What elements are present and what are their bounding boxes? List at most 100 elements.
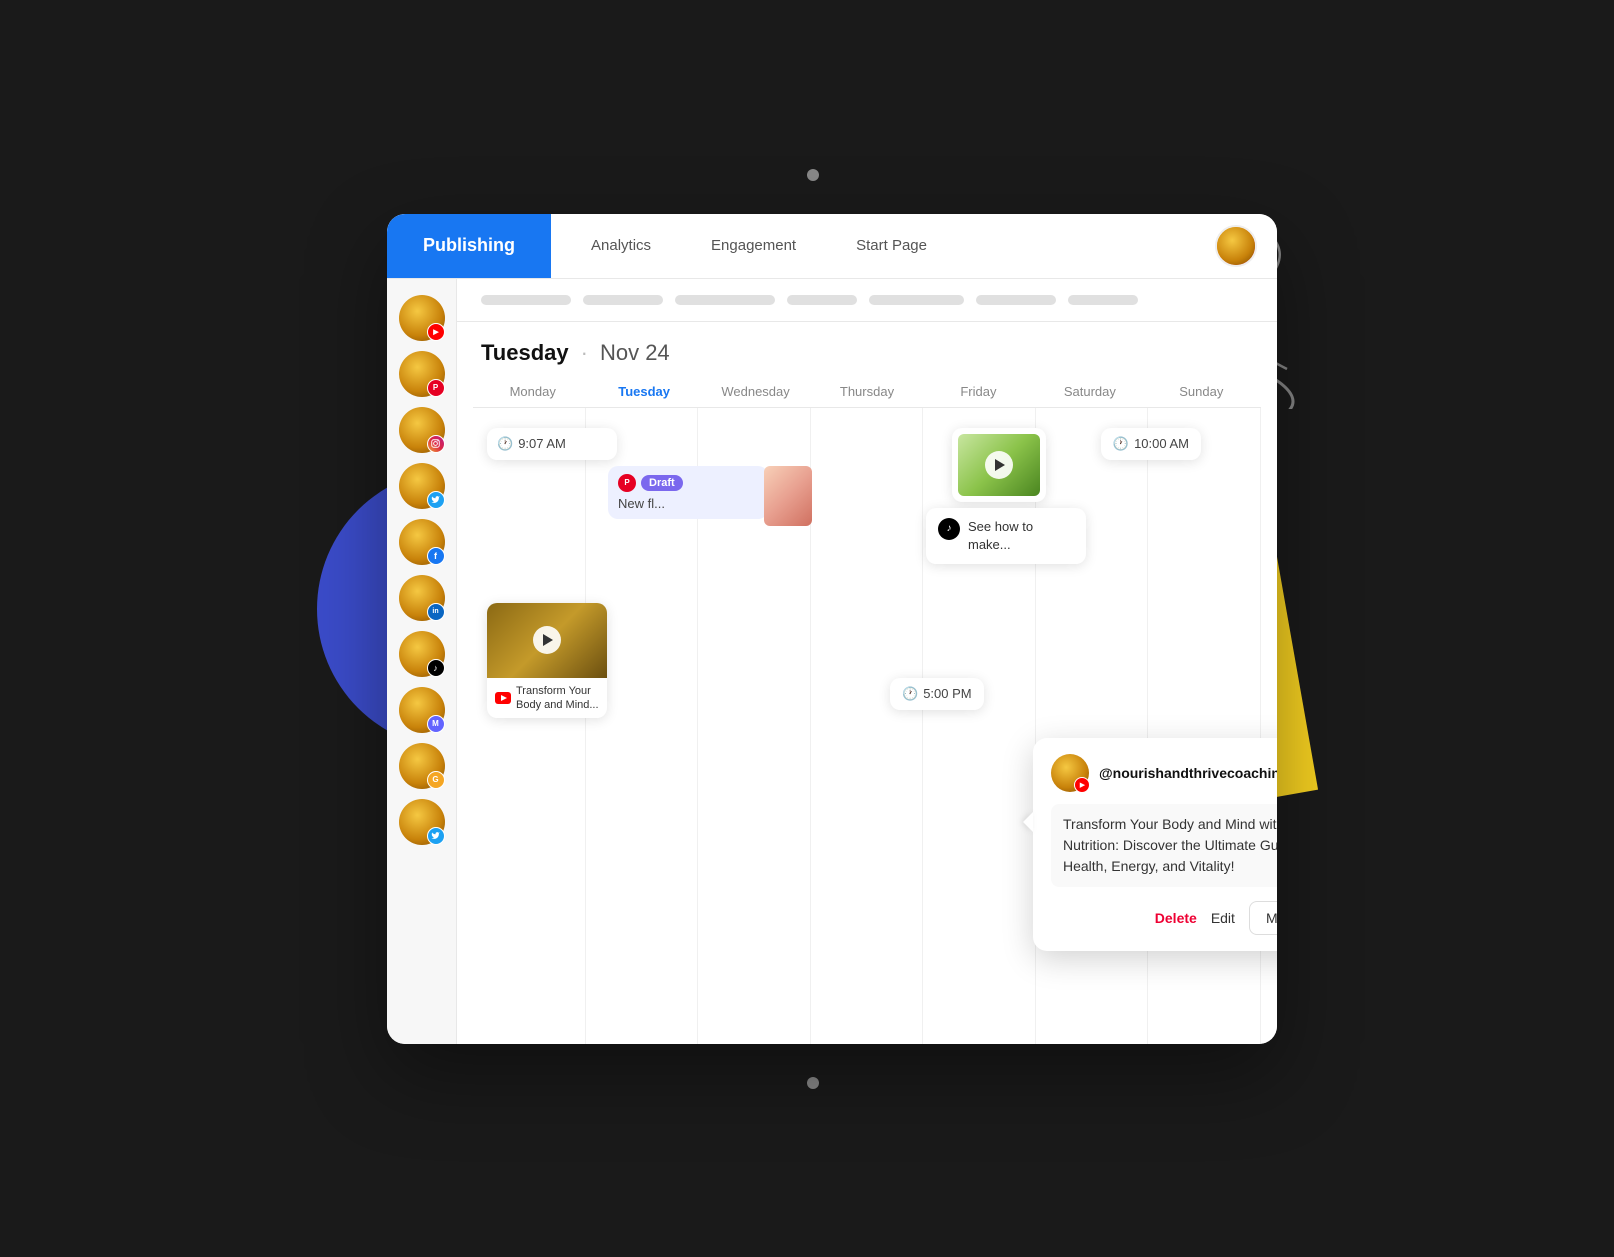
popup-actions: Delete Edit Move to Drafts ▾ xyxy=(1051,901,1277,935)
filter-pill-4 xyxy=(787,295,857,305)
video-thumbnail xyxy=(487,603,607,678)
filter-pill-3 xyxy=(675,295,775,305)
current-date: Nov 24 xyxy=(600,340,670,366)
draft-text: New fl... xyxy=(618,496,758,511)
tab-startpage[interactable]: Start Page xyxy=(856,233,927,258)
draft-badge: Draft xyxy=(641,475,683,491)
youtube-icon-sm xyxy=(495,692,511,704)
friday-play-triangle xyxy=(995,459,1005,471)
avatar-image xyxy=(1217,227,1255,265)
edit-button[interactable]: Edit xyxy=(1211,910,1235,926)
monday-time-label: 🕐 9:07 AM xyxy=(497,436,607,452)
monday-5pm-card[interactable]: 🕐 5:00 PM xyxy=(890,678,984,710)
bg-dot-top xyxy=(807,169,819,181)
filter-bar xyxy=(457,279,1277,322)
scene: Publishing Analytics Engagement Start Pa… xyxy=(257,149,1357,1109)
date-heading: Tuesday · Nov 24 xyxy=(457,322,1277,376)
video-card-body: Transform Your Body and Mind... xyxy=(487,678,607,719)
week-body: 🕐 9:07 AM P Draft xyxy=(473,408,1261,1044)
sidebar-item-youtube[interactable]: ▶ xyxy=(399,295,445,341)
video-title: Transform Your Body and Mind... xyxy=(516,684,599,713)
bg-dot-bottom xyxy=(807,1077,819,1089)
nav-avatar[interactable] xyxy=(1215,225,1257,267)
gb-badge: G xyxy=(427,771,445,789)
monday-time2-text: 5:00 PM xyxy=(923,686,971,701)
sidebar-item-pinterest[interactable]: P xyxy=(399,351,445,397)
sidebar-item-google[interactable]: G xyxy=(399,743,445,789)
col-friday xyxy=(923,408,1036,1044)
sat-time-text: 10:00 AM xyxy=(1134,436,1189,451)
publishing-label: Publishing xyxy=(423,235,515,256)
popup-body: Transform Your Body and Mind with the Po… xyxy=(1051,804,1277,887)
clock-icon-sat: 🕐 xyxy=(1113,436,1129,452)
popup-avatar: ▶ xyxy=(1051,754,1089,792)
delete-button[interactable]: Delete xyxy=(1155,910,1197,926)
tab-engagement[interactable]: Engagement xyxy=(711,233,796,258)
yt-play-sm xyxy=(501,695,507,701)
pin-badge: P xyxy=(427,379,445,397)
move-to-drafts-button[interactable]: Move to Drafts ▾ xyxy=(1249,901,1277,935)
ms-badge: M xyxy=(427,715,445,733)
day-header-tue: Tuesday xyxy=(588,376,699,407)
tw-badge xyxy=(427,491,445,509)
tab-analytics[interactable]: Analytics xyxy=(591,233,651,258)
sidebar-item-instagram[interactable] xyxy=(399,407,445,453)
main-content: ▶ P xyxy=(387,279,1277,1044)
draft-card[interactable]: P Draft New fl... xyxy=(608,466,768,519)
nav-publishing-tab[interactable]: Publishing xyxy=(387,214,551,278)
day-header-thu: Thursday xyxy=(811,376,922,407)
fb-badge: f xyxy=(427,547,445,565)
nav-tabs: Analytics Engagement Start Page xyxy=(551,233,1215,258)
sat-time-label: 🕐 10:00 AM xyxy=(1113,436,1189,452)
day-header-wed: Wednesday xyxy=(700,376,811,407)
li-badge: in xyxy=(427,603,445,621)
sidebar-item-mastodon[interactable]: M xyxy=(399,687,445,733)
sidebar: ▶ P xyxy=(387,279,457,1044)
clock-icon-mon: 🕐 xyxy=(497,436,513,452)
clock-icon-mon2: 🕐 xyxy=(902,686,918,702)
day-header-mon: Monday xyxy=(477,376,588,407)
draft-thumbnail xyxy=(764,466,812,526)
tiktok-icon: ♪ xyxy=(938,518,960,540)
move-label[interactable]: Move to Drafts xyxy=(1250,902,1277,934)
monday-time-card[interactable]: 🕐 9:07 AM xyxy=(487,428,617,460)
popup-connector xyxy=(1023,812,1033,832)
sidebar-item-twitter[interactable] xyxy=(399,463,445,509)
popup-header: ▶ @nourishandthrivecoaching 5:00 PM xyxy=(1051,754,1277,792)
col-monday xyxy=(473,408,586,1044)
play-button[interactable] xyxy=(533,626,561,654)
tw2-badge xyxy=(427,827,445,845)
monday-video-card[interactable]: Transform Your Body and Mind... xyxy=(487,603,607,719)
ig-badge xyxy=(427,435,445,453)
day-header-sun: Sunday xyxy=(1146,376,1257,407)
filter-pill-5 xyxy=(869,295,964,305)
saturday-time-card[interactable]: 🕐 10:00 AM xyxy=(1101,428,1201,460)
monday-time-text: 9:07 AM xyxy=(518,436,566,451)
top-nav: Publishing Analytics Engagement Start Pa… xyxy=(387,214,1277,279)
friday-thumbnail xyxy=(958,434,1040,496)
yt-badge: ▶ xyxy=(427,323,445,341)
friday-play-button[interactable] xyxy=(985,451,1013,479)
sidebar-item-tiktok[interactable]: ♪ xyxy=(399,631,445,677)
friday-video-card[interactable] xyxy=(952,428,1046,502)
sidebar-item-twitter2[interactable] xyxy=(399,799,445,845)
filter-pill-7 xyxy=(1068,295,1138,305)
week-header: Monday Tuesday Wednesday Thursday Friday… xyxy=(473,376,1261,408)
date-separator: · xyxy=(581,340,588,366)
col-thursday xyxy=(811,408,924,1044)
sidebar-item-linkedin[interactable]: in xyxy=(399,575,445,621)
popup-username: @nourishandthrivecoaching xyxy=(1099,765,1277,781)
tk-badge: ♪ xyxy=(427,659,445,677)
tiktok-card-content: ♪ See how to make... xyxy=(938,518,1074,554)
day-header-fri: Friday xyxy=(923,376,1034,407)
day-header-sat: Saturday xyxy=(1034,376,1145,407)
filter-pill-2 xyxy=(583,295,663,305)
calendar-area: Tuesday · Nov 24 Monday Tuesday Wednesda… xyxy=(457,279,1277,1044)
tiktok-post-card[interactable]: ♪ See how to make... xyxy=(926,508,1086,564)
play-triangle xyxy=(543,634,553,646)
week-calendar: Monday Tuesday Wednesday Thursday Friday… xyxy=(457,376,1277,1044)
sidebar-item-facebook[interactable]: f xyxy=(399,519,445,565)
popup-avatar-badge: ▶ xyxy=(1074,777,1090,793)
app-window: Publishing Analytics Engagement Start Pa… xyxy=(387,214,1277,1044)
filter-pill-6 xyxy=(976,295,1056,305)
